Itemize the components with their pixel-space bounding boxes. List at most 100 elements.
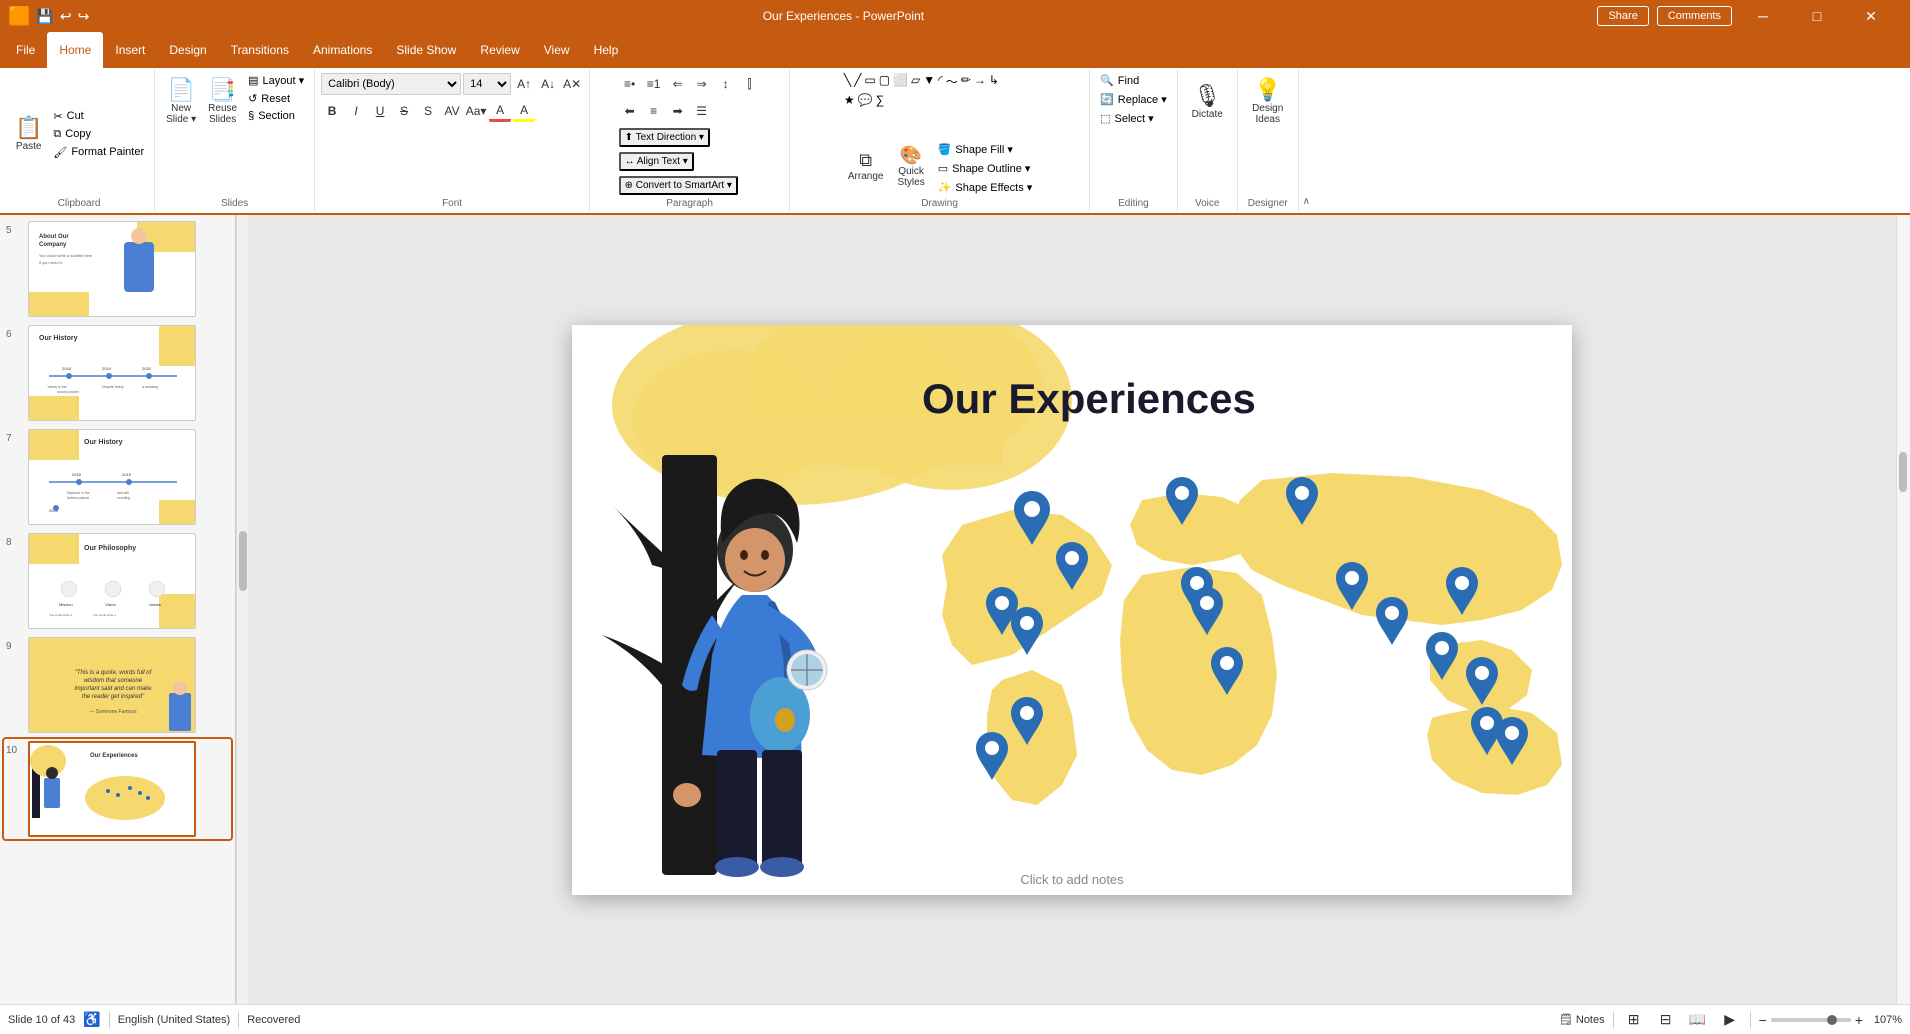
slide-item-9[interactable]: 9 "This is a quote, words full of wisdom… [4, 635, 231, 735]
shape-arc[interactable]: ◜ [937, 72, 944, 91]
minimize-button[interactable]: ─ [1740, 0, 1786, 32]
slide-item-6[interactable]: 6 Our History 2018 2019 2020 Venus is th… [4, 323, 231, 423]
slide-sorter-button[interactable]: ⊟ [1654, 1008, 1678, 1032]
shape-effects-button[interactable]: ✨ Shape Effects ▾ [934, 179, 1037, 196]
paste-button[interactable]: 📋 Paste [10, 104, 47, 164]
replace-button[interactable]: 🔄 Replace ▾ [1096, 91, 1171, 108]
shape-elbow[interactable]: ↳ [988, 72, 1000, 91]
shape-star[interactable]: ★ [843, 92, 856, 108]
zoom-slider[interactable] [1771, 1018, 1851, 1022]
font-name-select[interactable]: Calibri (Body) [321, 73, 461, 95]
scrollbar-thumb[interactable] [239, 531, 247, 591]
shape-line2[interactable]: ╱ [853, 72, 862, 91]
clear-format-button[interactable]: A✕ [561, 73, 583, 95]
comments-button[interactable]: Comments [1657, 6, 1732, 26]
reset-button[interactable]: ↺ Reset [244, 90, 308, 107]
zoom-slider-thumb[interactable] [1827, 1015, 1837, 1025]
convert-smartart-button[interactable]: ⊕ Convert to SmartArt ▾ [619, 176, 738, 195]
shape-curve[interactable]: 〜 [945, 72, 959, 91]
language-label[interactable]: English (United States) [118, 1014, 231, 1026]
close-button[interactable]: ✕ [1848, 0, 1894, 32]
decrease-indent-button[interactable]: ⇐ [667, 73, 689, 95]
bullet-list-button[interactable]: ≡• [619, 73, 641, 95]
slide-item-5[interactable]: 5 About Our Company You could write a su… [4, 219, 231, 319]
slide-thumb-6[interactable]: Our History 2018 2019 2020 Venus is the … [28, 325, 196, 421]
share-button[interactable]: Share [1597, 6, 1648, 26]
slide-thumb-5[interactable]: About Our Company You could write a subt… [28, 221, 196, 317]
justify-button[interactable]: ☰ [691, 100, 713, 122]
shape-freeform[interactable]: ✏ [960, 72, 972, 91]
slide-thumb-10[interactable]: Our Experiences [28, 741, 196, 837]
align-right-button[interactable]: ➡ [667, 100, 689, 122]
section-button[interactable]: § Section [244, 108, 308, 124]
font-size-select[interactable]: 14 [463, 73, 511, 95]
underline-button[interactable]: U [369, 100, 391, 122]
quick-access-undo[interactable]: ↩ [60, 8, 72, 25]
slide-show-button[interactable]: ▶ [1718, 1008, 1742, 1032]
text-shadow-button[interactable]: S [417, 100, 439, 122]
cut-button[interactable]: ✂ Cut [49, 108, 148, 125]
bold-button[interactable]: B [321, 100, 343, 122]
tab-help[interactable]: Help [582, 32, 631, 68]
text-direction-button[interactable]: ⬆ Text Direction ▾ [619, 128, 710, 147]
shape-equation[interactable]: ∑ [875, 92, 886, 108]
char-spacing-button[interactable]: AV [441, 100, 463, 122]
shape-connector[interactable]: → [973, 72, 987, 91]
shape-snip-rect[interactable]: ⬜ [892, 72, 909, 91]
tab-transitions[interactable]: Transitions [219, 32, 301, 68]
quick-styles-button[interactable]: 🎨 QuickStyles [892, 141, 929, 191]
copy-button[interactable]: ⧉ Copy [49, 126, 148, 143]
shape-outline-button[interactable]: ▭ Shape Outline ▾ [934, 160, 1037, 177]
canvas-scrollbar[interactable] [1896, 215, 1910, 1004]
zoom-out-button[interactable]: − [1759, 1012, 1767, 1028]
maximize-button[interactable]: □ [1794, 0, 1840, 32]
quick-access-redo[interactable]: ↪ [78, 8, 90, 25]
select-button[interactable]: ⬚ Select ▾ [1096, 110, 1171, 127]
zoom-in-button[interactable]: + [1855, 1012, 1863, 1028]
align-left-button[interactable]: ⬅ [619, 100, 641, 122]
shape-fill-button[interactable]: 🪣 Shape Fill ▾ [934, 141, 1037, 158]
design-ideas-button[interactable]: 💡 DesignIdeas [1247, 72, 1288, 132]
canvas-scrollbar-thumb[interactable] [1899, 452, 1907, 492]
slide-panel-scrollbar[interactable] [236, 215, 248, 1004]
italic-button[interactable]: I [345, 100, 367, 122]
slide-item-8[interactable]: 8 Our Philosophy Mission Vision Values Y… [4, 531, 231, 631]
slide-item-10[interactable]: 10 Our Experiences [4, 739, 231, 839]
font-increase-button[interactable]: A↑ [513, 73, 535, 95]
notes-button[interactable]: 🗒 Notes [1559, 1013, 1605, 1026]
tab-home[interactable]: Home [47, 32, 103, 68]
align-text-button[interactable]: ↔ Align Text ▾ [619, 152, 694, 171]
slide-thumb-9[interactable]: "This is a quote, words full of wisdom t… [28, 637, 196, 733]
slide-thumb-7[interactable]: Our History 2018 2019 Neptune is the far… [28, 429, 196, 525]
shape-more[interactable]: ▼ [922, 72, 936, 91]
slide-thumb-8[interactable]: Our Philosophy Mission Vision Values You… [28, 533, 196, 629]
normal-view-button[interactable]: ⊞ [1622, 1008, 1646, 1032]
numbered-list-button[interactable]: ≡1 [643, 73, 665, 95]
quick-access-save[interactable]: 💾 [36, 8, 53, 25]
tab-slideshow[interactable]: Slide Show [384, 32, 468, 68]
highlight-button[interactable]: A [513, 100, 535, 122]
accessibility-icon[interactable]: ♿ [83, 1011, 100, 1028]
new-slide-button[interactable]: 📄 NewSlide ▾ [161, 72, 201, 132]
shape-callout[interactable]: 💬 [857, 92, 874, 108]
tab-design[interactable]: Design [157, 32, 218, 68]
align-center-button[interactable]: ≡ [643, 100, 665, 122]
strikethrough-button[interactable]: S [393, 100, 415, 122]
slide-canvas[interactable]: Our Experiences [572, 325, 1572, 895]
dictate-button[interactable]: 🎙 Dictate [1187, 72, 1228, 132]
tab-view[interactable]: View [532, 32, 582, 68]
layout-button[interactable]: ▤ Layout ▾ [244, 72, 308, 89]
ribbon-collapse-button[interactable]: ∧ [1298, 70, 1314, 211]
tab-animations[interactable]: Animations [301, 32, 384, 68]
find-button[interactable]: 🔍 Find [1096, 72, 1171, 89]
shape-line[interactable]: ╲ [843, 72, 852, 91]
reading-view-button[interactable]: 📖 [1686, 1008, 1710, 1032]
arrange-button[interactable]: ⧉ Arrange [843, 141, 889, 191]
slide-item-7[interactable]: 7 Our History 2018 2019 Neptune is the f… [4, 427, 231, 527]
format-painter-button[interactable]: 🖌 Format Painter [49, 144, 148, 161]
shape-rect[interactable]: ▭ [863, 72, 876, 91]
tab-file[interactable]: File [4, 32, 47, 68]
tab-insert[interactable]: Insert [103, 32, 157, 68]
change-case-button[interactable]: Aa▾ [465, 100, 487, 122]
tab-review[interactable]: Review [468, 32, 531, 68]
